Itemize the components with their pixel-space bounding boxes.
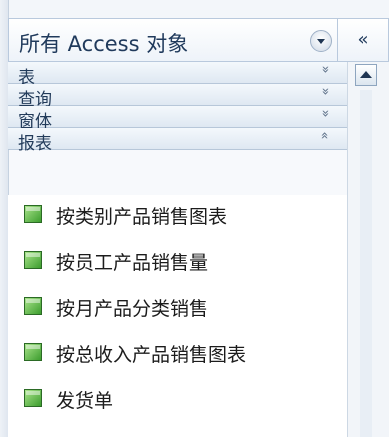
report-icon bbox=[24, 297, 42, 315]
section-tables[interactable]: 表 » bbox=[8, 62, 347, 88]
pane-top-border bbox=[0, 0, 389, 18]
chevron-down-icon[interactable]: » bbox=[317, 66, 332, 74]
chevron-up-icon[interactable]: » bbox=[317, 132, 332, 140]
scrollbar-track[interactable] bbox=[360, 90, 372, 437]
section-forms[interactable]: 窗体 » bbox=[8, 106, 347, 132]
report-icon bbox=[24, 343, 42, 361]
collapse-pane-label: « bbox=[357, 29, 369, 50]
section-queries[interactable]: 查询 » bbox=[8, 84, 347, 110]
report-icon bbox=[24, 389, 42, 407]
section-reports-label: 报表 bbox=[18, 134, 52, 154]
list-item[interactable]: 按员工产品销售量 bbox=[8, 241, 347, 279]
reports-list: 按类别产品销售图表 按员工产品销售量 按月产品分类销售 按总收入产品销售图表 发… bbox=[8, 195, 347, 437]
report-name: 发货单 bbox=[56, 390, 114, 412]
report-icon bbox=[24, 251, 42, 269]
navigation-pane-header[interactable]: 所有 Access 对象 bbox=[8, 18, 338, 62]
chevron-down-icon[interactable]: » bbox=[317, 88, 332, 96]
list-item[interactable]: 发货单 bbox=[8, 379, 347, 417]
navigation-pane-title: 所有 Access 对象 bbox=[19, 32, 189, 56]
list-item[interactable]: 按月产品分类销售 bbox=[8, 287, 347, 325]
chevron-down-icon[interactable]: » bbox=[317, 110, 332, 118]
report-icon bbox=[24, 205, 42, 223]
collapse-pane-button[interactable]: « bbox=[338, 18, 389, 62]
report-name: 按员工产品销售量 bbox=[56, 252, 209, 274]
chevron-down-icon[interactable] bbox=[310, 30, 332, 52]
navigation-pane: 所有 Access 对象 « 表 » 查询 » 窗体 » 报表 » 按类别产品销… bbox=[0, 0, 389, 437]
report-name: 按月产品分类销售 bbox=[56, 298, 209, 320]
list-item[interactable]: 按总收入产品销售图表 bbox=[8, 333, 347, 371]
report-name: 按类别产品销售图表 bbox=[56, 206, 228, 228]
scroll-up-button[interactable] bbox=[355, 64, 377, 86]
list-item[interactable]: 按类别产品销售图表 bbox=[8, 195, 347, 233]
section-reports[interactable]: 报表 » bbox=[8, 128, 347, 154]
report-name: 按总收入产品销售图表 bbox=[56, 344, 247, 366]
